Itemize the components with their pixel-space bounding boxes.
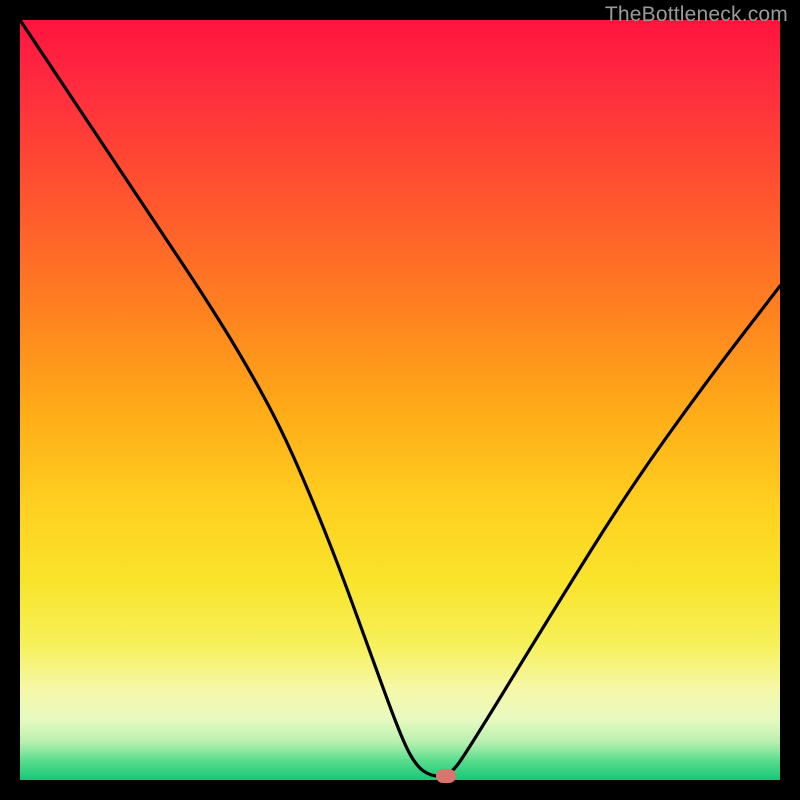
minimum-marker	[436, 769, 456, 783]
bottleneck-curve	[20, 20, 780, 776]
plot-area	[20, 20, 780, 780]
watermark-text: TheBottleneck.com	[605, 3, 788, 27]
curve-svg	[20, 20, 780, 780]
chart-frame: TheBottleneck.com	[0, 0, 800, 800]
